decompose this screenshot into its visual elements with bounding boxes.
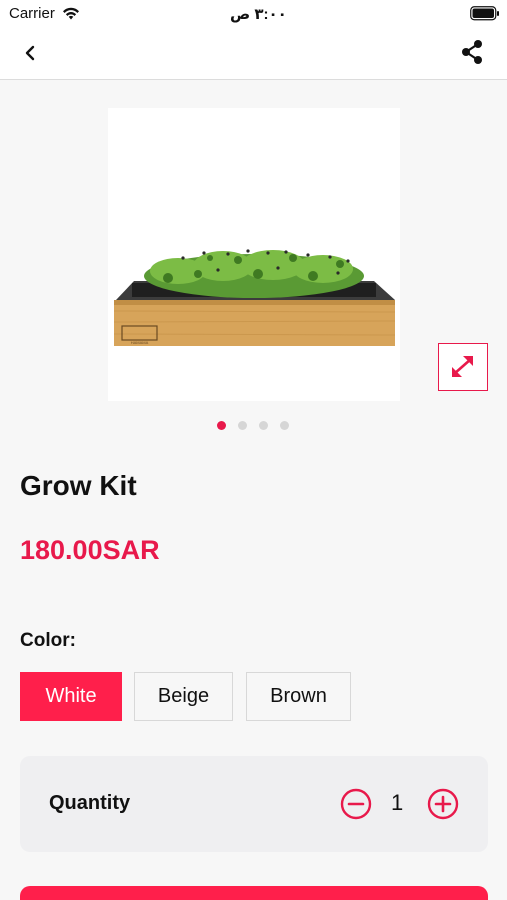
color-option-white[interactable]: White <box>20 672 122 721</box>
product-price: 180.00SAR <box>20 535 160 565</box>
quantity-panel: Quantity 1 <box>20 756 488 852</box>
share-button[interactable] <box>458 38 486 66</box>
carrier-label: Carrier <box>9 5 55 22</box>
color-option-beige[interactable]: Beige <box>134 672 233 721</box>
pagination-dot[interactable] <box>280 421 289 430</box>
pagination-dot[interactable] <box>238 421 247 430</box>
brand-text: HAMAMA <box>131 340 149 345</box>
minus-circle-icon[interactable] <box>340 788 372 820</box>
product-image[interactable]: HAMAMA <box>108 108 400 401</box>
grow-kit-illustration: HAMAMA <box>113 249 396 346</box>
status-bar: Carrier ٣:٠٠ ص <box>0 0 507 28</box>
product-title: Grow Kit <box>20 470 137 501</box>
pagination-dot[interactable] <box>217 421 226 430</box>
battery-icon <box>470 6 499 21</box>
expand-image-button[interactable] <box>438 343 488 391</box>
back-button[interactable] <box>18 40 44 66</box>
status-time: ٣:٠٠ ص <box>230 6 287 23</box>
expand-icon <box>452 356 473 377</box>
nav-bar <box>0 28 507 80</box>
quantity-label: Quantity <box>49 792 131 814</box>
add-to-cart-button[interactable] <box>20 886 488 900</box>
color-option-brown[interactable]: Brown <box>246 672 351 721</box>
pagination-dot[interactable] <box>259 421 268 430</box>
color-label: Color: <box>20 630 76 651</box>
quantity-value: 1 <box>391 790 404 815</box>
image-pagination <box>217 421 289 431</box>
plus-circle-icon[interactable] <box>427 788 459 820</box>
wifi-icon <box>63 7 79 20</box>
